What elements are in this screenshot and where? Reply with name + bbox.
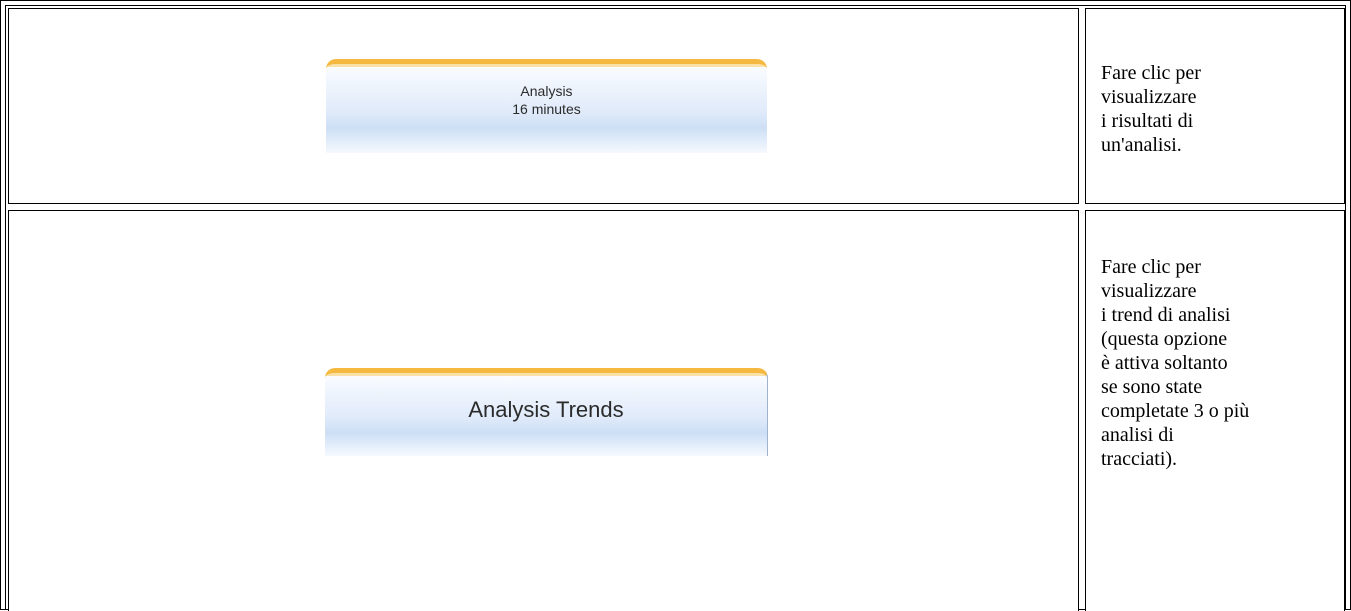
analysis-trends-description-line: è attiva soltanto	[1101, 352, 1228, 374]
analysis-button-cell: Analysis 16 minutes	[8, 8, 1079, 204]
analysis-trends-description-cell: Fare clic per visualizzare i trend di an…	[1085, 210, 1345, 611]
analysis-description-line: i risultati di	[1101, 110, 1194, 132]
analysis-trends-description-line: tracciati).	[1101, 448, 1178, 470]
help-table: Analysis 16 minutes Fare clic per visual…	[0, 0, 1351, 611]
analysis-trends-description-line: completate 3 o più	[1101, 400, 1250, 422]
analysis-trends-description: Fare clic per visualizzare i trend di an…	[1101, 255, 1249, 471]
analysis-description-line: un'analisi.	[1101, 134, 1182, 156]
analysis-trends-description-line: visualizzare	[1101, 280, 1197, 302]
analysis-trends-description-line: se sono state	[1101, 376, 1203, 398]
analysis-trends-description-line: Fare clic per	[1101, 256, 1201, 278]
analysis-button-duration: 16 minutes	[512, 101, 581, 117]
analysis-button-label: Analysis	[520, 83, 573, 99]
analysis-trends-description-line: analisi di	[1101, 424, 1174, 446]
analysis-trends-button-label: Analysis Trends	[468, 397, 624, 422]
analysis-trends-button-cell: Analysis Trends	[8, 210, 1079, 611]
analysis-trends-description-line: (questa opzione	[1101, 328, 1228, 350]
analysis-description-line: visualizzare	[1101, 86, 1197, 108]
analysis-trends-button[interactable]: Analysis Trends	[325, 368, 768, 456]
analysis-description-cell: Fare clic per visualizzare i risultati d…	[1085, 8, 1345, 204]
analysis-description-line: Fare clic per	[1101, 62, 1201, 84]
analysis-description: Fare clic per visualizzare i risultati d…	[1101, 61, 1201, 157]
analysis-trends-description-line: i trend di analisi	[1101, 304, 1231, 326]
analysis-button[interactable]: Analysis 16 minutes	[326, 59, 767, 153]
